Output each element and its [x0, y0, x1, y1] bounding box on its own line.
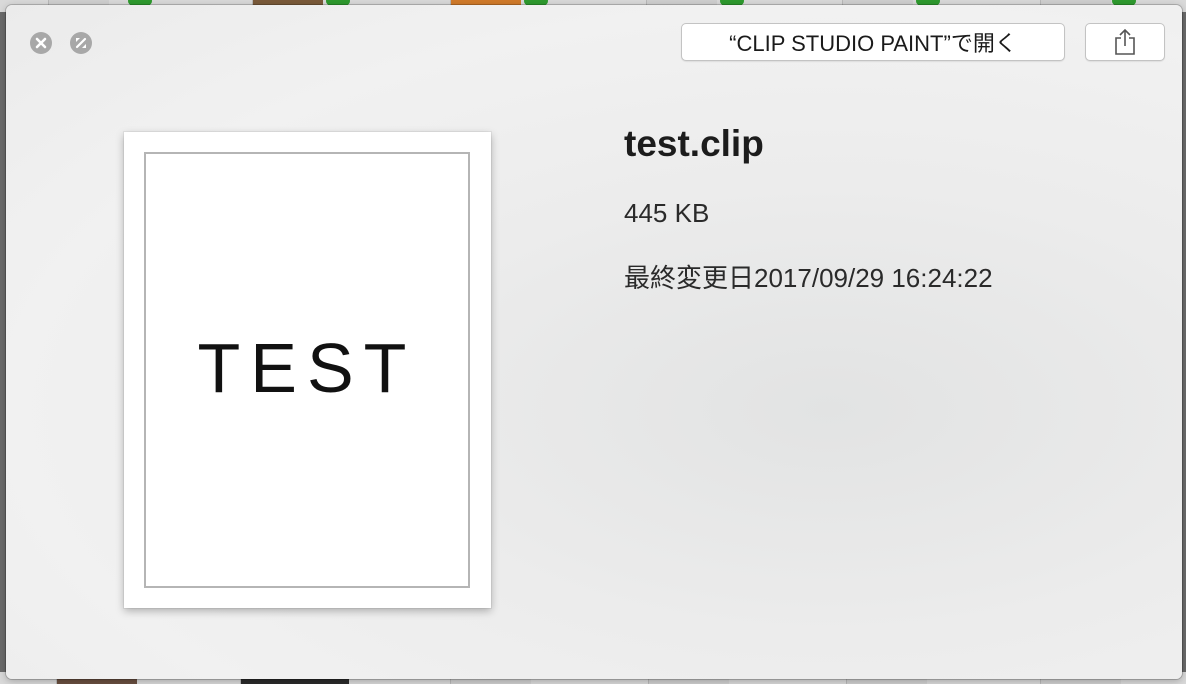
fullscreen-button[interactable]	[70, 32, 92, 54]
file-size: 445 KB	[624, 198, 710, 228]
file-name: test.clip	[624, 123, 764, 164]
open-with-app-button[interactable]: “CLIP STUDIO PAINT”で開く	[681, 23, 1065, 61]
fullscreen-icon	[75, 37, 87, 49]
thumbnail-canvas: TEST	[144, 152, 470, 588]
open-with-app-label: “CLIP STUDIO PAINT”で開く	[729, 31, 1017, 56]
share-button[interactable]	[1085, 23, 1165, 61]
quick-look-panel: “CLIP STUDIO PAINT”で開く TEST test.clip 44…	[6, 5, 1182, 679]
document-thumbnail: TEST	[124, 132, 491, 608]
close-icon	[35, 37, 47, 49]
thumbnail-text: TEST	[197, 329, 417, 407]
share-icon	[1115, 28, 1135, 55]
modified-date: 最終変更日2017/09/29 16:24:22	[624, 263, 993, 293]
close-button[interactable]	[30, 32, 52, 54]
